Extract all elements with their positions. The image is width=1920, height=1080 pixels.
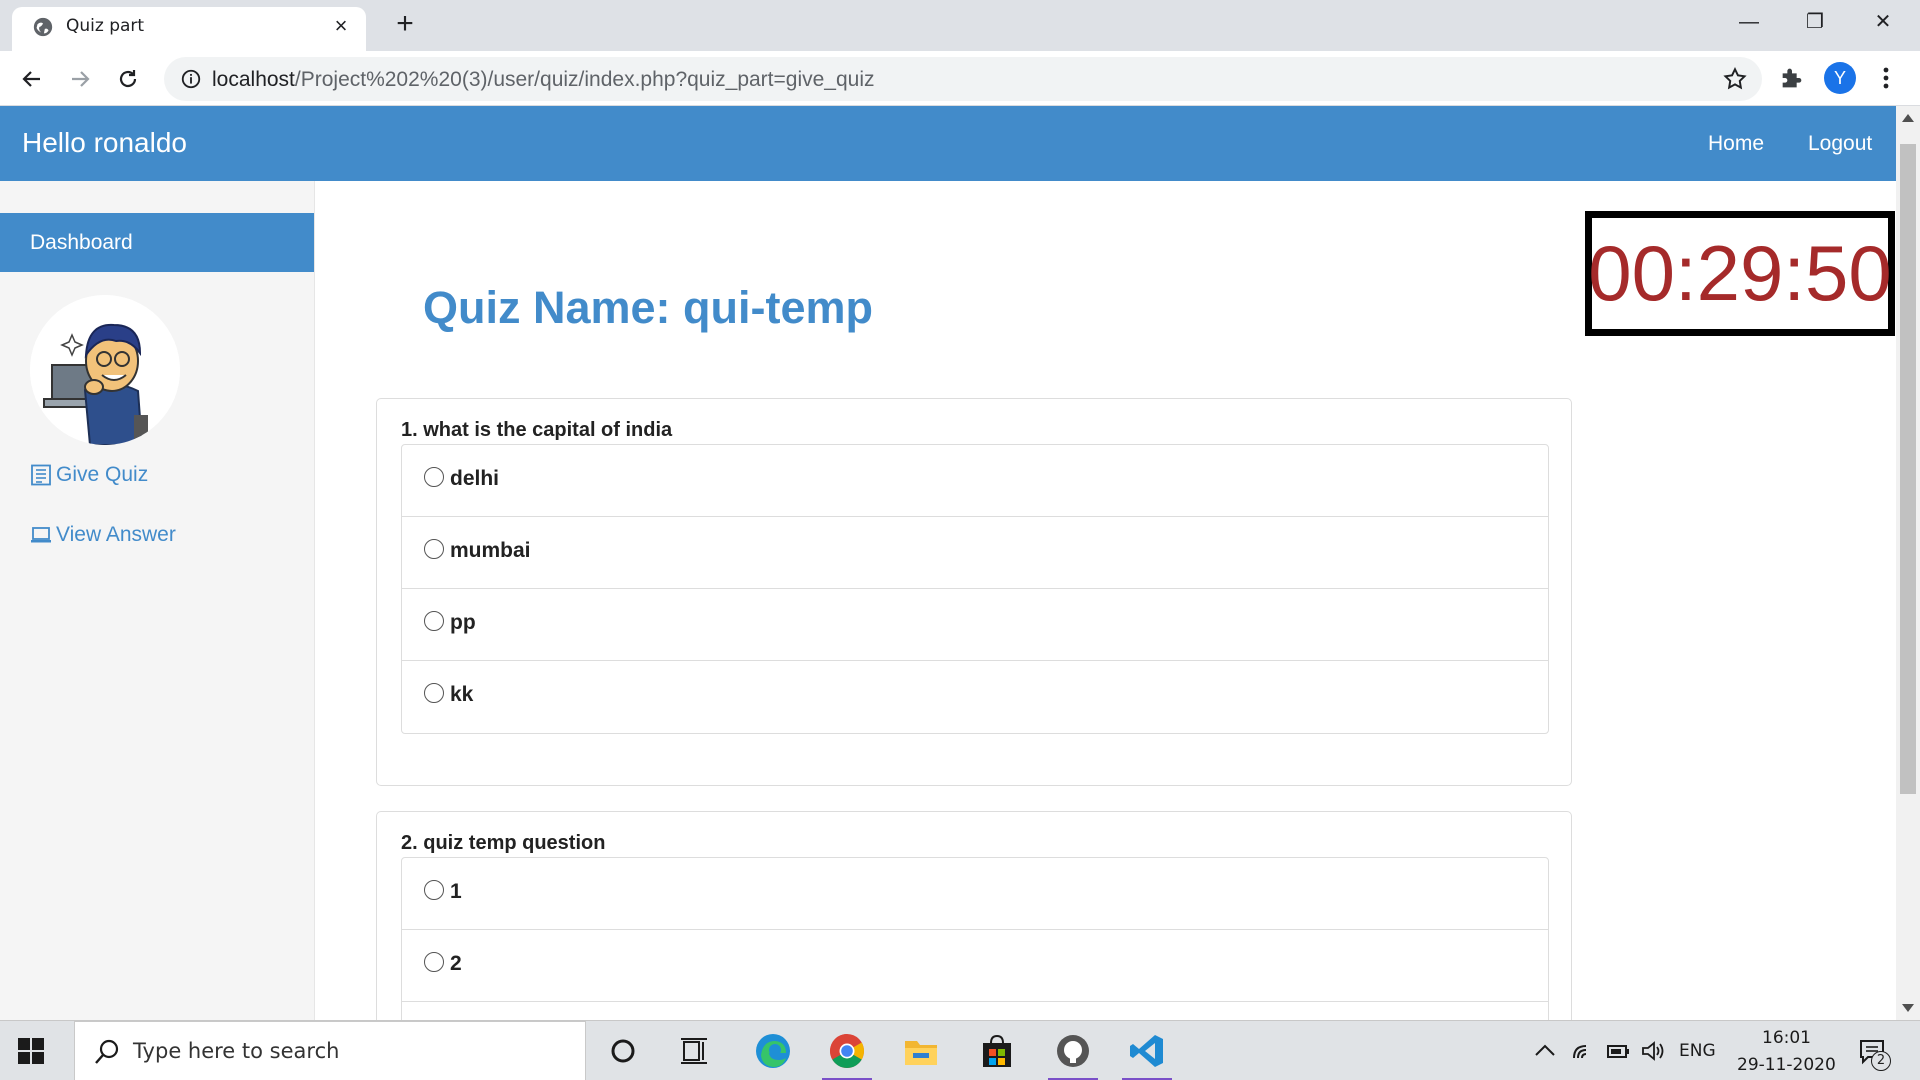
option-row[interactable]: 1 <box>402 858 1548 930</box>
question-card: 2. quiz temp question 1 2 <box>376 811 1572 1020</box>
option-radio[interactable] <box>424 683 444 703</box>
question-text: 2. quiz temp question <box>401 832 606 854</box>
input-language[interactable]: ENG <box>1679 1041 1716 1061</box>
page-scrollbar[interactable] <box>1896 106 1920 1020</box>
page-title: Quiz Name: qui-temp <box>423 282 874 333</box>
taskbar-search-box[interactable]: Type here to search <box>74 1021 586 1080</box>
page-viewport: Hello ronaldo Home Logout Dashboard Give… <box>0 106 1896 1020</box>
chevron-up-icon[interactable] <box>1534 1042 1556 1058</box>
info-icon[interactable] <box>180 68 202 90</box>
bookmark-star-icon[interactable] <box>1722 66 1748 92</box>
volume-icon[interactable] <box>1640 1039 1666 1063</box>
notification-count-badge: 2 <box>1871 1051 1891 1071</box>
battery-icon[interactable] <box>1606 1040 1632 1062</box>
taskbar-vscode[interactable] <box>1116 1021 1178 1080</box>
task-view-icon <box>681 1038 707 1064</box>
cortana-button[interactable] <box>592 1021 654 1080</box>
clock-time[interactable]: 16:01 <box>1762 1028 1811 1048</box>
close-window-button[interactable]: ✕ <box>1850 0 1916 44</box>
wifi-icon[interactable] <box>1572 1038 1596 1062</box>
tab-title: Quiz part <box>66 16 145 36</box>
forward-button[interactable] <box>62 61 98 97</box>
question-card: 1. what is the capital of india delhi mu… <box>376 398 1572 786</box>
option-label[interactable]: 1 <box>450 880 462 904</box>
option-radio[interactable] <box>424 467 444 487</box>
windows-taskbar: Type here to search ENG 16:01 29-11-2020… <box>0 1020 1920 1080</box>
tab-close-icon[interactable]: × <box>328 13 354 39</box>
list-icon <box>31 464 51 486</box>
sidebar-item-dashboard[interactable]: Dashboard <box>0 213 314 272</box>
option-radio[interactable] <box>424 880 444 900</box>
sidebar-item-view-answer[interactable]: View Answer <box>30 523 176 547</box>
sidebar-item-label: Give Quiz <box>56 463 149 486</box>
scrollbar-thumb[interactable] <box>1900 144 1916 794</box>
top-navbar: Hello ronaldo Home Logout <box>0 106 1896 181</box>
option-row[interactable]: 2 <box>402 930 1548 1002</box>
restore-button[interactable]: ❐ <box>1782 0 1848 44</box>
store-bag-icon <box>983 1034 1011 1067</box>
option-list: delhi mumbai pp kk <box>401 444 1549 734</box>
browser-tabstrip: Quiz part × + — ❐ ✕ <box>0 0 1920 51</box>
nav-logout-link[interactable]: Logout <box>1808 132 1872 156</box>
option-label[interactable]: delhi <box>450 467 499 491</box>
browser-toolbar: localhost/Project%202%20(3)/user/quiz/in… <box>0 51 1920 106</box>
taskbar-edge[interactable] <box>742 1021 804 1080</box>
nav-home-link[interactable]: Home <box>1708 132 1764 156</box>
user-avatar <box>30 295 180 445</box>
edge-browser-icon <box>756 1034 790 1068</box>
arrow-right-icon <box>72 71 90 87</box>
profile-avatar[interactable]: Y <box>1824 62 1856 94</box>
windows-start-icon[interactable] <box>18 1038 44 1064</box>
option-label[interactable]: pp <box>450 611 476 635</box>
option-radio[interactable] <box>424 952 444 972</box>
taskbar-chrome[interactable] <box>816 1021 878 1080</box>
option-row[interactable]: delhi <box>402 445 1548 517</box>
reload-button[interactable] <box>110 61 146 97</box>
option-label[interactable]: 2 <box>450 952 462 976</box>
new-tab-button[interactable]: + <box>390 9 420 39</box>
more-vert-icon[interactable] <box>1876 63 1896 93</box>
cortana-circle-icon <box>611 1039 635 1063</box>
chrome-browser-icon <box>830 1034 864 1068</box>
option-label[interactable]: mumbai <box>450 539 531 563</box>
countdown-timer: 00:29:50 <box>1585 211 1895 336</box>
globe-icon <box>33 17 53 37</box>
taskbar-app-elephant[interactable] <box>1042 1021 1104 1080</box>
elephant-app-icon <box>1057 1035 1089 1067</box>
taskbar-store[interactable] <box>966 1021 1028 1080</box>
url-text: localhost/Project%202%20(3)/user/quiz/in… <box>212 68 875 91</box>
reload-icon <box>119 70 137 88</box>
task-view-button[interactable] <box>664 1021 726 1080</box>
navbar-brand[interactable]: Hello ronaldo <box>22 127 187 159</box>
option-row[interactable] <box>402 1002 1548 1020</box>
folder-icon <box>905 1041 937 1065</box>
sidebar: Dashboard Give Quiz View Answer <box>0 181 315 1020</box>
option-radio[interactable] <box>424 539 444 559</box>
back-button[interactable] <box>14 61 50 97</box>
scroll-up-icon[interactable] <box>1902 114 1914 122</box>
sidebar-item-label: View Answer <box>56 523 176 546</box>
vscode-icon <box>1130 1035 1163 1067</box>
sidebar-item-give-quiz[interactable]: Give Quiz <box>30 463 148 487</box>
option-label[interactable]: kk <box>450 683 473 707</box>
option-row[interactable]: mumbai <box>402 517 1548 589</box>
option-list: 1 2 <box>401 857 1549 1020</box>
cartoon-user-image <box>30 295 180 445</box>
question-text: 1. what is the capital of india <box>401 419 673 441</box>
taskbar-file-explorer[interactable] <box>890 1021 952 1080</box>
laptop-icon <box>31 527 51 543</box>
browser-tab[interactable]: Quiz part × <box>12 7 366 51</box>
search-placeholder: Type here to search <box>133 1039 340 1063</box>
search-icon <box>95 1039 119 1064</box>
option-row[interactable]: pp <box>402 589 1548 661</box>
clock-date[interactable]: 29-11-2020 <box>1737 1055 1836 1075</box>
address-bar[interactable]: localhost/Project%202%20(3)/user/quiz/in… <box>164 57 1762 101</box>
option-row[interactable]: kk <box>402 661 1548 733</box>
extensions-puzzle-icon[interactable] <box>1778 64 1806 92</box>
option-radio[interactable] <box>424 611 444 631</box>
minimize-button[interactable]: — <box>1716 0 1782 44</box>
scroll-down-icon[interactable] <box>1902 1004 1914 1012</box>
arrow-left-icon <box>22 71 40 87</box>
